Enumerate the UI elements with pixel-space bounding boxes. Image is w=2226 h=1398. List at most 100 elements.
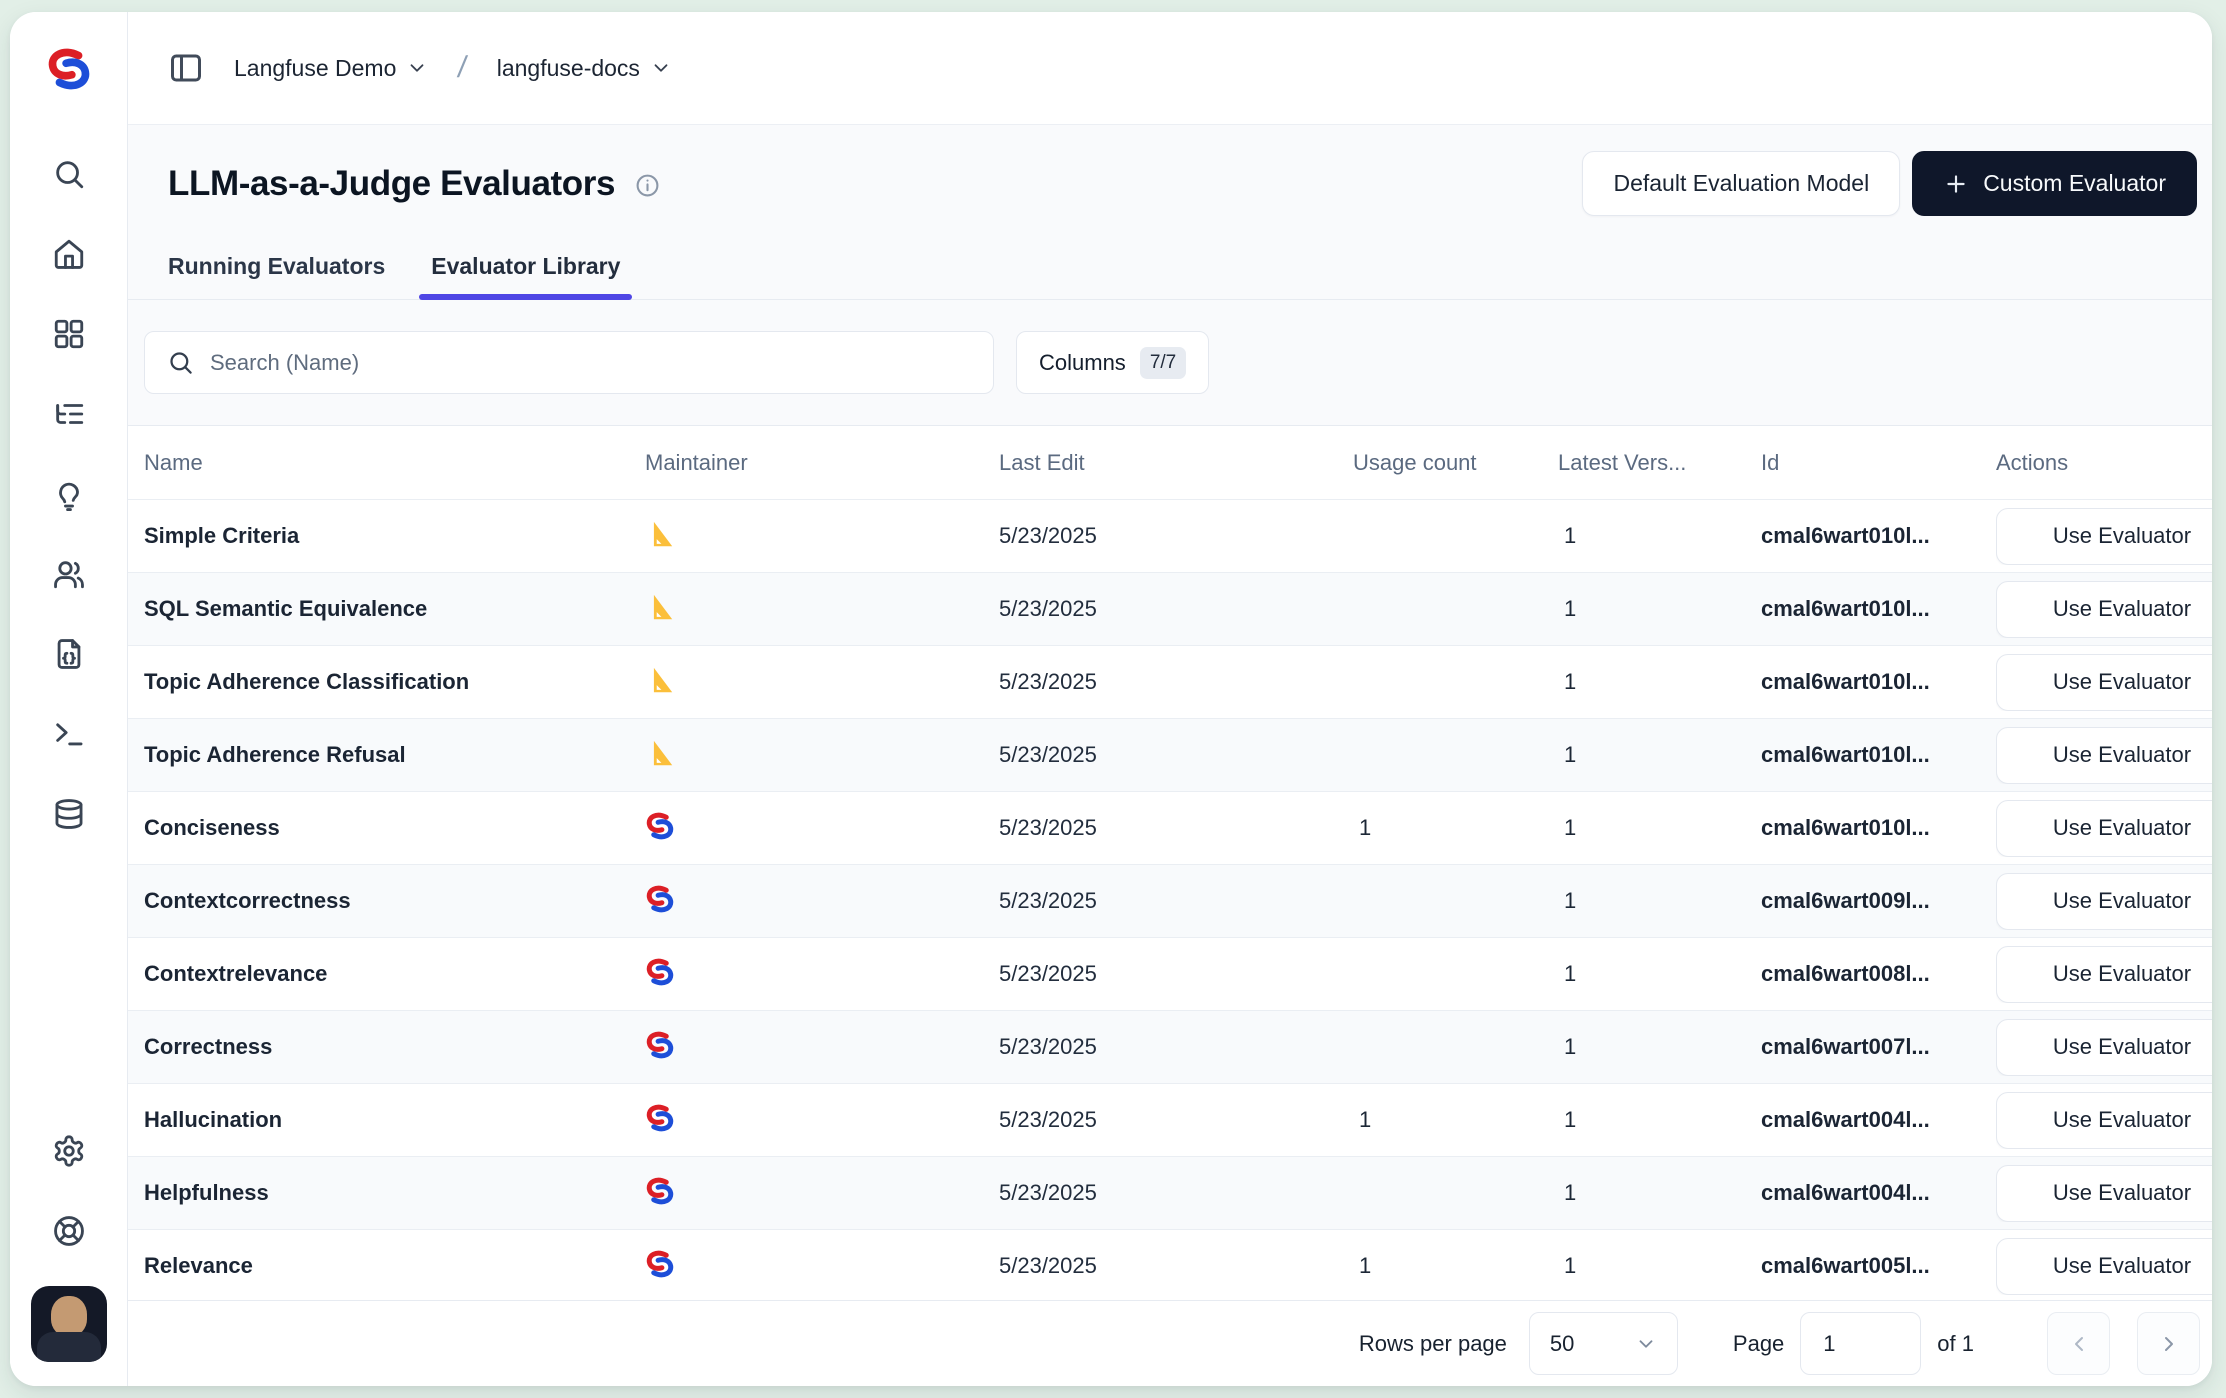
table-row[interactable]: Correctness5/23/20251cmal6wart007l...Use… [128,1011,2212,1084]
default-evaluation-model-button[interactable]: Default Evaluation Model [1582,151,1900,216]
chevron-down-icon [406,57,428,79]
use-evaluator-button[interactable]: Use Evaluator [1996,1092,2212,1149]
custom-evaluator-button[interactable]: Custom Evaluator [1912,151,2197,216]
topbar: Langfuse Demo / langfuse-docs [128,12,2212,125]
sidebar-toggle-icon[interactable] [168,50,204,86]
sidebar-item-evaluation[interactable] [50,475,88,513]
page-input[interactable] [1800,1312,1921,1375]
tab-running-evaluators[interactable]: Running Evaluators [168,253,385,300]
latest-version: 1 [1558,961,1761,987]
usage-count: 1 [1353,1107,1558,1133]
app-window: Langfuse Demo / langfuse-docs LLM-as-a-J… [10,12,2212,1386]
page-label: Page [1733,1331,1784,1357]
evaluator-id: cmal6wart007l... [1761,1034,1996,1060]
use-evaluator-button[interactable]: Use Evaluator [1996,1165,2212,1222]
evaluator-id: cmal6wart010l... [1761,815,1996,841]
sidebar-item-dashboards[interactable] [50,315,88,353]
sidebar-item-prompts[interactable] [50,635,88,673]
rows-per-page-select[interactable]: 50 [1529,1312,1678,1375]
use-evaluator-button[interactable]: Use Evaluator [1996,581,2212,638]
langfuse-logo[interactable] [10,12,127,125]
use-evaluator-button[interactable]: Use Evaluator [1996,727,2212,784]
actions-cell: Use Evaluator [1996,800,2212,857]
tab-evaluator-library[interactable]: Evaluator Library [431,253,620,300]
use-evaluator-button[interactable]: Use Evaluator [1996,1019,2212,1076]
sidebar-item-playground[interactable] [50,715,88,753]
last-edit: 5/23/2025 [999,523,1353,549]
use-evaluator-button[interactable]: Use Evaluator [1996,508,2212,565]
chevron-down-icon [1635,1333,1657,1355]
lightbulb-icon [52,477,86,511]
actions-cell: Use Evaluator [1996,581,2212,638]
use-evaluator-button[interactable]: Use Evaluator [1996,654,2212,711]
use-evaluator-button[interactable]: Use Evaluator [1996,873,2212,930]
maintainer-cell [645,1030,999,1065]
pagination-bar: Rows per page 50 Page of 1 [128,1300,2212,1386]
last-edit: 5/23/2025 [999,596,1353,622]
use-evaluator-button[interactable]: Use Evaluator [1996,1238,2212,1295]
latest-version: 1 [1558,1107,1761,1133]
table-row[interactable]: Topic Adherence Classification5/23/20251… [128,646,2212,719]
search-input[interactable] [210,350,971,376]
table-body: Simple Criteria5/23/20251cmal6wart010l..… [128,500,2212,1300]
maintainer-cell [645,811,999,846]
sidebar-item-datasets[interactable] [50,795,88,833]
last-edit: 5/23/2025 [999,1034,1353,1060]
langfuse-icon [645,811,675,841]
last-edit: 5/23/2025 [999,742,1353,768]
project-selector[interactable]: langfuse-docs [497,55,672,82]
latest-version: 1 [1558,1180,1761,1206]
table-row[interactable]: Helpfulness5/23/20251cmal6wart004l...Use… [128,1157,2212,1230]
main-area: Langfuse Demo / langfuse-docs LLM-as-a-J… [128,12,2212,1386]
next-page-button[interactable] [2137,1312,2200,1375]
sidebar-nav [50,155,88,833]
usage-count: 1 [1353,1253,1558,1279]
ragas-icon [645,665,675,695]
use-evaluator-button[interactable]: Use Evaluator [1996,800,2212,857]
last-edit: 5/23/2025 [999,888,1353,914]
page-header: LLM-as-a-Judge Evaluators Default Evalua… [128,125,2212,300]
table-row[interactable]: Simple Criteria5/23/20251cmal6wart010l..… [128,500,2212,573]
maintainer-cell [645,519,999,554]
table-row[interactable]: Conciseness5/23/202511cmal6wart010l...Us… [128,792,2212,865]
use-evaluator-button[interactable]: Use Evaluator [1996,946,2212,1003]
user-avatar[interactable] [31,1286,107,1362]
last-edit: 5/23/2025 [999,1180,1353,1206]
sidebar-item-users[interactable] [50,555,88,593]
project-name: langfuse-docs [497,55,640,82]
previous-page-button[interactable] [2047,1312,2110,1375]
info-icon[interactable] [635,173,660,198]
col-header-last-edit: Last Edit [999,450,1353,476]
actions-cell: Use Evaluator [1996,1165,2212,1222]
latest-version: 1 [1558,523,1761,549]
table-row[interactable]: Hallucination5/23/202511cmal6wart004l...… [128,1084,2212,1157]
table-row[interactable]: SQL Semantic Equivalence5/23/20251cmal6w… [128,573,2212,646]
sidebar-bottom [31,1132,107,1386]
table-row[interactable]: Relevance5/23/202511cmal6wart005l...Use … [128,1230,2212,1300]
table-row[interactable]: Contextrelevance5/23/20251cmal6wart008l.… [128,938,2212,1011]
actions-cell: Use Evaluator [1996,654,2212,711]
sidebar-item-support[interactable] [50,1212,88,1250]
actions-cell: Use Evaluator [1996,873,2212,930]
file-json-icon [52,637,86,671]
sidebar-item-home[interactable] [50,235,88,273]
langfuse-logo-icon [46,46,92,92]
sidebar-item-settings[interactable] [50,1132,88,1170]
ragas-icon [645,738,675,768]
columns-count-badge: 7/7 [1140,347,1186,379]
langfuse-icon [645,1249,675,1279]
latest-version: 1 [1558,815,1761,841]
evaluator-name: Conciseness [128,815,645,841]
search-icon [52,157,86,191]
evaluator-name: Topic Adherence Refusal [128,742,645,768]
table-row[interactable]: Contextcorrectness5/23/20251cmal6wart009… [128,865,2212,938]
sidebar-item-tracing[interactable] [50,395,88,433]
last-edit: 5/23/2025 [999,961,1353,987]
org-selector[interactable]: Langfuse Demo [234,55,428,82]
columns-button[interactable]: Columns 7/7 [1016,331,1209,394]
table-row[interactable]: Topic Adherence Refusal5/23/20251cmal6wa… [128,719,2212,792]
sidebar-item-search[interactable] [50,155,88,193]
ragas-icon [645,519,675,549]
col-header-actions: Actions [1996,450,2212,476]
evaluator-id: cmal6wart008l... [1761,961,1996,987]
